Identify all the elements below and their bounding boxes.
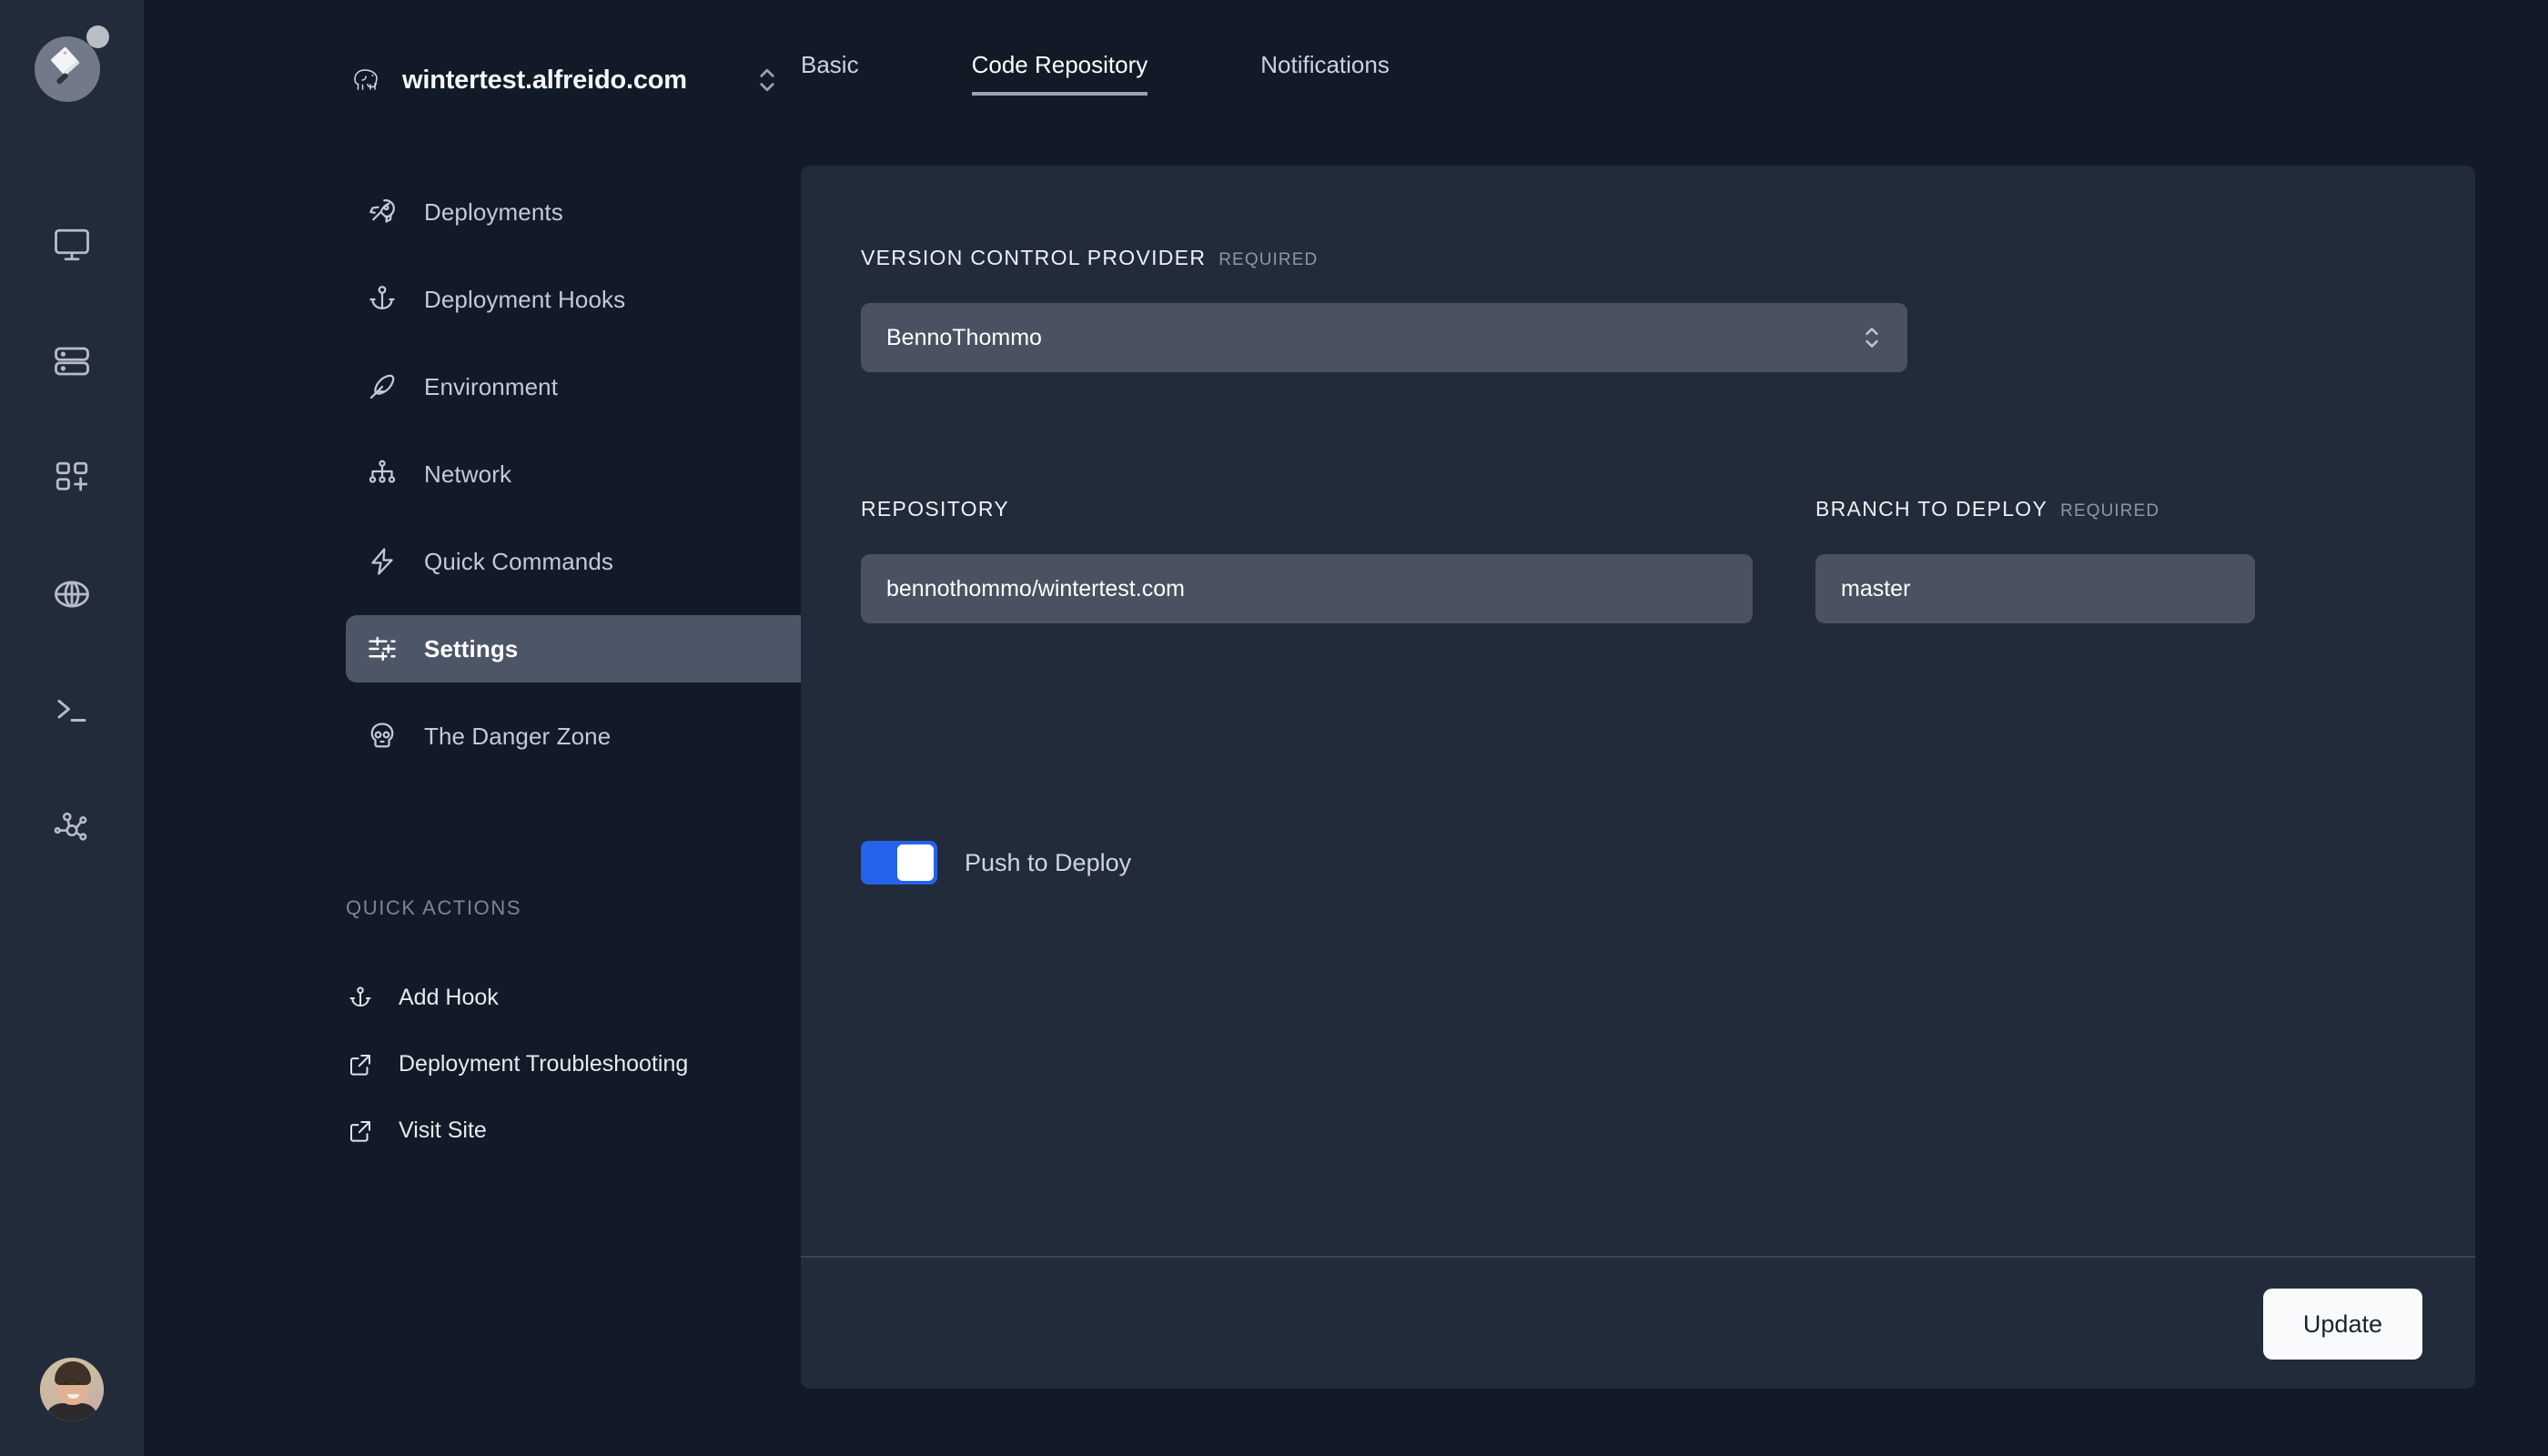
database-icon — [53, 342, 91, 380]
sidebar-item-deployments[interactable]: Deployments — [346, 178, 812, 246]
panel-footer: Update — [801, 1256, 2475, 1389]
rocket-icon — [366, 196, 399, 228]
grid-plus-icon — [53, 459, 91, 497]
external-link-icon — [346, 1050, 375, 1079]
lightning-icon — [366, 545, 399, 578]
skull-icon — [366, 720, 399, 753]
sidebar-item-the-danger-zone[interactable]: The Danger Zone — [346, 703, 812, 770]
update-button[interactable]: Update — [2262, 1289, 2422, 1360]
quick-action-label: Add Hook — [399, 985, 499, 1010]
external-link-icon — [346, 1117, 375, 1146]
provider-label: VERSION CONTROL PROVIDER REQUIRED — [861, 246, 1907, 270]
sidebar-item-label: Quick Commands — [424, 547, 614, 575]
sidebar-nav: Deployments Deployment Hooks Environment… — [346, 178, 812, 790]
quick-actions-title: QUICK ACTIONS — [346, 896, 522, 919]
tab-code-repository[interactable]: Code Repository — [971, 51, 1148, 96]
sliders-icon — [366, 632, 399, 665]
sidebar-item-deployment-hooks[interactable]: Deployment Hooks — [346, 266, 812, 333]
settings-panel: VERSION CONTROL PROVIDER REQUIRED BennoTh… — [801, 166, 2475, 1389]
sidebar-item-label: Environment — [424, 372, 559, 400]
quick-action-deployment-troubleshooting[interactable]: Deployment Troubleshooting — [346, 1031, 812, 1097]
provider-select[interactable]: BennoThommo — [861, 303, 1907, 372]
rail-item-database[interactable] — [0, 303, 144, 420]
toggle-knob — [897, 844, 934, 881]
site-name: wintertest.alfreido.com — [402, 65, 687, 95]
branch-label-text: BRANCH TO DEPLOY — [1815, 497, 2048, 521]
sidebar-item-environment[interactable]: Environment — [346, 353, 812, 420]
quick-action-label: Visit Site — [399, 1117, 487, 1143]
feather-icon — [366, 370, 399, 403]
quick-action-visit-site[interactable]: Visit Site — [346, 1097, 812, 1164]
repository-label: REPOSITORY — [861, 497, 1753, 521]
rail-item-monitor[interactable] — [0, 187, 144, 303]
rail-item-network[interactable] — [0, 769, 144, 885]
provider-required-badge: REQUIRED — [1218, 250, 1319, 269]
repository-input[interactable] — [861, 554, 1753, 623]
monitor-icon — [53, 226, 91, 264]
sidebar-item-label: Network — [424, 460, 512, 488]
tab-basic[interactable]: Basic — [801, 51, 859, 92]
branch-required-badge: REQUIRED — [2060, 501, 2160, 521]
user-avatar[interactable] — [40, 1358, 104, 1421]
field-group-branch: BRANCH TO DEPLOY REQUIRED — [1815, 497, 2255, 623]
sidebar: wintertest.alfreido.com Deployments Depl… — [144, 0, 812, 1456]
quick-actions-list: Add Hook Deployment Troubleshooting Visi… — [346, 965, 812, 1164]
tab-notifications[interactable]: Notifications — [1260, 51, 1390, 92]
panel-body: VERSION CONTROL PROVIDER REQUIRED BennoTh… — [801, 166, 2475, 1256]
icon-rail — [0, 0, 144, 1456]
push-to-deploy-label: Push to Deploy — [965, 848, 1132, 876]
tab-bar: Basic Code Repository Notifications — [801, 51, 1502, 106]
quick-action-label: Deployment Troubleshooting — [399, 1051, 689, 1077]
site-switcher[interactable]: wintertest.alfreido.com — [351, 56, 779, 104]
branch-input[interactable] — [1815, 554, 2255, 623]
globe-icon — [53, 575, 91, 613]
terminal-icon — [53, 692, 91, 730]
chevron-up-down-icon — [1862, 324, 1882, 351]
quick-action-add-hook[interactable]: Add Hook — [346, 965, 812, 1031]
repository-label-text: REPOSITORY — [861, 497, 1009, 521]
branch-label: BRANCH TO DEPLOY REQUIRED — [1815, 497, 2255, 521]
provider-label-text: VERSION CONTROL PROVIDER — [861, 246, 1207, 269]
field-group-provider: VERSION CONTROL PROVIDER REQUIRED BennoTh… — [861, 246, 1907, 372]
field-group-repository: REPOSITORY — [861, 497, 1753, 623]
rail-item-domains[interactable] — [0, 536, 144, 652]
cleaver-icon — [35, 36, 100, 102]
sidebar-item-label: The Danger Zone — [424, 722, 612, 750]
sidebar-item-quick-commands[interactable]: Quick Commands — [346, 528, 812, 595]
chevron-up-down-icon[interactable] — [755, 65, 779, 96]
main-content: Basic Code Repository Notifications VERS… — [801, 0, 2548, 1456]
elephant-icon — [351, 65, 382, 96]
rail-item-console[interactable] — [0, 652, 144, 769]
provider-selected-value: BennoThommo — [886, 324, 1042, 350]
anchor-icon — [346, 984, 375, 1013]
push-to-deploy-row: Push to Deploy — [861, 841, 1131, 885]
rail-item-apps[interactable] — [0, 420, 144, 536]
app-root: wintertest.alfreido.com Deployments Depl… — [0, 0, 2548, 1456]
rail-icon-list — [0, 187, 144, 885]
sidebar-item-settings[interactable]: Settings — [346, 615, 812, 682]
push-to-deploy-toggle[interactable] — [861, 841, 937, 885]
network-tree-icon — [366, 458, 399, 490]
sidebar-item-label: Settings — [424, 634, 519, 662]
sidebar-item-label: Deployment Hooks — [424, 285, 626, 313]
app-logo[interactable] — [35, 25, 109, 102]
network-share-icon — [53, 808, 91, 846]
sidebar-item-network[interactable]: Network — [346, 440, 812, 508]
anchor-icon — [366, 283, 399, 316]
sidebar-item-label: Deployments — [424, 197, 563, 226]
